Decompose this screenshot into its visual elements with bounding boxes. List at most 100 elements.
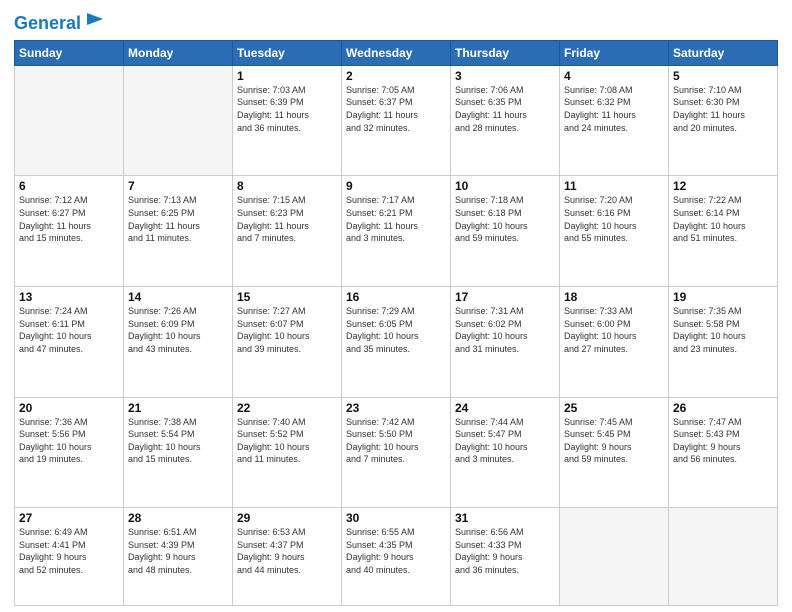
calendar-day-cell (15, 65, 124, 176)
calendar-day-cell: 17Sunrise: 7:31 AM Sunset: 6:02 PM Dayli… (451, 287, 560, 398)
day-number: 15 (237, 290, 337, 304)
day-number: 3 (455, 69, 555, 83)
calendar-week-row: 13Sunrise: 7:24 AM Sunset: 6:11 PM Dayli… (15, 287, 778, 398)
day-info: Sunrise: 7:47 AM Sunset: 5:43 PM Dayligh… (673, 416, 773, 466)
day-info: Sunrise: 7:27 AM Sunset: 6:07 PM Dayligh… (237, 305, 337, 355)
calendar-day-cell (669, 508, 778, 606)
calendar-day-cell: 16Sunrise: 7:29 AM Sunset: 6:05 PM Dayli… (342, 287, 451, 398)
logo-icon (83, 11, 105, 33)
day-info: Sunrise: 7:13 AM Sunset: 6:25 PM Dayligh… (128, 194, 228, 244)
day-number: 23 (346, 401, 446, 415)
day-info: Sunrise: 7:31 AM Sunset: 6:02 PM Dayligh… (455, 305, 555, 355)
calendar-day-cell: 26Sunrise: 7:47 AM Sunset: 5:43 PM Dayli… (669, 397, 778, 508)
day-info: Sunrise: 7:36 AM Sunset: 5:56 PM Dayligh… (19, 416, 119, 466)
day-number: 20 (19, 401, 119, 415)
day-info: Sunrise: 7:22 AM Sunset: 6:14 PM Dayligh… (673, 194, 773, 244)
day-info: Sunrise: 6:51 AM Sunset: 4:39 PM Dayligh… (128, 526, 228, 576)
day-number: 22 (237, 401, 337, 415)
calendar-table: SundayMondayTuesdayWednesdayThursdayFrid… (14, 40, 778, 606)
calendar-day-cell: 7Sunrise: 7:13 AM Sunset: 6:25 PM Daylig… (124, 176, 233, 287)
day-info: Sunrise: 7:24 AM Sunset: 6:11 PM Dayligh… (19, 305, 119, 355)
calendar-day-cell: 24Sunrise: 7:44 AM Sunset: 5:47 PM Dayli… (451, 397, 560, 508)
header: General (14, 10, 778, 34)
day-number: 8 (237, 179, 337, 193)
day-header-wednesday: Wednesday (342, 40, 451, 65)
calendar-day-cell: 5Sunrise: 7:10 AM Sunset: 6:30 PM Daylig… (669, 65, 778, 176)
day-number: 30 (346, 511, 446, 525)
day-number: 29 (237, 511, 337, 525)
calendar-day-cell: 21Sunrise: 7:38 AM Sunset: 5:54 PM Dayli… (124, 397, 233, 508)
calendar-day-cell: 6Sunrise: 7:12 AM Sunset: 6:27 PM Daylig… (15, 176, 124, 287)
calendar-day-cell: 19Sunrise: 7:35 AM Sunset: 5:58 PM Dayli… (669, 287, 778, 398)
day-info: Sunrise: 7:05 AM Sunset: 6:37 PM Dayligh… (346, 84, 446, 134)
logo: General (14, 14, 105, 34)
day-number: 2 (346, 69, 446, 83)
day-header-saturday: Saturday (669, 40, 778, 65)
calendar-week-row: 1Sunrise: 7:03 AM Sunset: 6:39 PM Daylig… (15, 65, 778, 176)
day-info: Sunrise: 7:33 AM Sunset: 6:00 PM Dayligh… (564, 305, 664, 355)
calendar-day-cell: 22Sunrise: 7:40 AM Sunset: 5:52 PM Dayli… (233, 397, 342, 508)
day-info: Sunrise: 6:56 AM Sunset: 4:33 PM Dayligh… (455, 526, 555, 576)
calendar-day-cell: 25Sunrise: 7:45 AM Sunset: 5:45 PM Dayli… (560, 397, 669, 508)
day-number: 28 (128, 511, 228, 525)
calendar-day-cell: 20Sunrise: 7:36 AM Sunset: 5:56 PM Dayli… (15, 397, 124, 508)
calendar-day-cell: 14Sunrise: 7:26 AM Sunset: 6:09 PM Dayli… (124, 287, 233, 398)
day-info: Sunrise: 7:18 AM Sunset: 6:18 PM Dayligh… (455, 194, 555, 244)
calendar-day-cell: 3Sunrise: 7:06 AM Sunset: 6:35 PM Daylig… (451, 65, 560, 176)
day-number: 19 (673, 290, 773, 304)
day-number: 12 (673, 179, 773, 193)
day-number: 14 (128, 290, 228, 304)
day-info: Sunrise: 7:26 AM Sunset: 6:09 PM Dayligh… (128, 305, 228, 355)
day-info: Sunrise: 7:44 AM Sunset: 5:47 PM Dayligh… (455, 416, 555, 466)
day-number: 9 (346, 179, 446, 193)
day-number: 11 (564, 179, 664, 193)
day-number: 4 (564, 69, 664, 83)
day-number: 16 (346, 290, 446, 304)
calendar-day-cell: 29Sunrise: 6:53 AM Sunset: 4:37 PM Dayli… (233, 508, 342, 606)
day-info: Sunrise: 7:38 AM Sunset: 5:54 PM Dayligh… (128, 416, 228, 466)
day-number: 17 (455, 290, 555, 304)
calendar-day-cell: 13Sunrise: 7:24 AM Sunset: 6:11 PM Dayli… (15, 287, 124, 398)
day-info: Sunrise: 7:42 AM Sunset: 5:50 PM Dayligh… (346, 416, 446, 466)
day-header-monday: Monday (124, 40, 233, 65)
day-number: 7 (128, 179, 228, 193)
calendar-week-row: 20Sunrise: 7:36 AM Sunset: 5:56 PM Dayli… (15, 397, 778, 508)
calendar-day-cell: 9Sunrise: 7:17 AM Sunset: 6:21 PM Daylig… (342, 176, 451, 287)
calendar-day-cell: 4Sunrise: 7:08 AM Sunset: 6:32 PM Daylig… (560, 65, 669, 176)
calendar-day-cell: 23Sunrise: 7:42 AM Sunset: 5:50 PM Dayli… (342, 397, 451, 508)
calendar-day-cell (124, 65, 233, 176)
day-number: 25 (564, 401, 664, 415)
calendar-header-row: SundayMondayTuesdayWednesdayThursdayFrid… (15, 40, 778, 65)
day-header-tuesday: Tuesday (233, 40, 342, 65)
day-header-friday: Friday (560, 40, 669, 65)
day-info: Sunrise: 7:03 AM Sunset: 6:39 PM Dayligh… (237, 84, 337, 134)
day-info: Sunrise: 7:06 AM Sunset: 6:35 PM Dayligh… (455, 84, 555, 134)
day-info: Sunrise: 6:49 AM Sunset: 4:41 PM Dayligh… (19, 526, 119, 576)
day-info: Sunrise: 7:17 AM Sunset: 6:21 PM Dayligh… (346, 194, 446, 244)
day-number: 26 (673, 401, 773, 415)
day-info: Sunrise: 7:35 AM Sunset: 5:58 PM Dayligh… (673, 305, 773, 355)
day-info: Sunrise: 7:08 AM Sunset: 6:32 PM Dayligh… (564, 84, 664, 134)
calendar-week-row: 27Sunrise: 6:49 AM Sunset: 4:41 PM Dayli… (15, 508, 778, 606)
calendar-day-cell: 30Sunrise: 6:55 AM Sunset: 4:35 PM Dayli… (342, 508, 451, 606)
day-header-thursday: Thursday (451, 40, 560, 65)
calendar-day-cell (560, 508, 669, 606)
day-info: Sunrise: 7:10 AM Sunset: 6:30 PM Dayligh… (673, 84, 773, 134)
day-info: Sunrise: 7:45 AM Sunset: 5:45 PM Dayligh… (564, 416, 664, 466)
day-number: 21 (128, 401, 228, 415)
calendar-day-cell: 8Sunrise: 7:15 AM Sunset: 6:23 PM Daylig… (233, 176, 342, 287)
day-number: 18 (564, 290, 664, 304)
calendar-day-cell: 28Sunrise: 6:51 AM Sunset: 4:39 PM Dayli… (124, 508, 233, 606)
day-info: Sunrise: 7:40 AM Sunset: 5:52 PM Dayligh… (237, 416, 337, 466)
day-number: 13 (19, 290, 119, 304)
day-info: Sunrise: 7:12 AM Sunset: 6:27 PM Dayligh… (19, 194, 119, 244)
page: General SundayMondayTuesdayWednesdayThur… (0, 0, 792, 612)
calendar-day-cell: 2Sunrise: 7:05 AM Sunset: 6:37 PM Daylig… (342, 65, 451, 176)
calendar-day-cell: 27Sunrise: 6:49 AM Sunset: 4:41 PM Dayli… (15, 508, 124, 606)
calendar-day-cell: 15Sunrise: 7:27 AM Sunset: 6:07 PM Dayli… (233, 287, 342, 398)
day-number: 5 (673, 69, 773, 83)
day-info: Sunrise: 7:29 AM Sunset: 6:05 PM Dayligh… (346, 305, 446, 355)
day-number: 6 (19, 179, 119, 193)
calendar-day-cell: 11Sunrise: 7:20 AM Sunset: 6:16 PM Dayli… (560, 176, 669, 287)
calendar-day-cell: 18Sunrise: 7:33 AM Sunset: 6:00 PM Dayli… (560, 287, 669, 398)
